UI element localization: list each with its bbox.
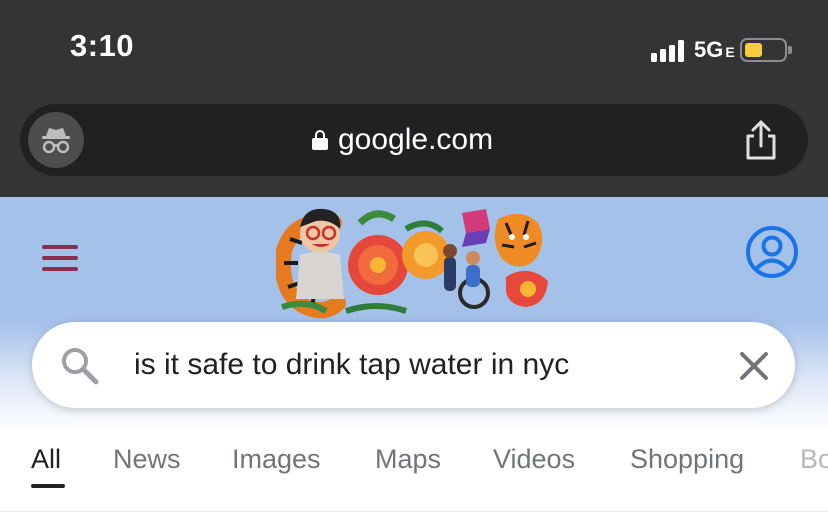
tab-images[interactable]: Images (232, 444, 321, 475)
search-box[interactable]: is it safe to drink tap water in nyc (32, 322, 795, 408)
search-tabs: All News Images Maps Videos Shopping Bo (0, 432, 828, 512)
tab-maps[interactable]: Maps (375, 444, 441, 475)
magnifier-icon[interactable] (60, 346, 100, 386)
active-tab-indicator (31, 484, 65, 488)
battery-icon (740, 38, 792, 62)
account-avatar-icon[interactable] (745, 225, 799, 279)
browser-toolbar: google.com (0, 100, 828, 197)
google-doodle-logo[interactable] (276, 203, 552, 321)
signal-strength-icon (651, 40, 691, 62)
search-input[interactable]: is it safe to drink tap water in nyc (134, 348, 569, 382)
share-icon[interactable] (744, 120, 778, 167)
clock: 3:10 (70, 28, 135, 63)
tab-news[interactable]: News (113, 444, 181, 475)
url-display[interactable]: google.com (312, 121, 493, 159)
tab-books[interactable]: Bo (800, 444, 828, 475)
close-icon[interactable] (738, 350, 770, 382)
status-bar: 3:10 5G E (0, 0, 828, 100)
incognito-icon[interactable] (28, 112, 84, 168)
tab-all[interactable]: All (31, 444, 61, 475)
url-text: google.com (338, 123, 494, 156)
lock-icon (312, 130, 328, 150)
tab-videos[interactable]: Videos (493, 444, 575, 475)
address-bar[interactable]: google.com (20, 104, 808, 176)
tab-shopping[interactable]: Shopping (630, 444, 744, 475)
hamburger-menu-icon[interactable] (42, 245, 78, 271)
network-type: 5G E (694, 37, 735, 62)
